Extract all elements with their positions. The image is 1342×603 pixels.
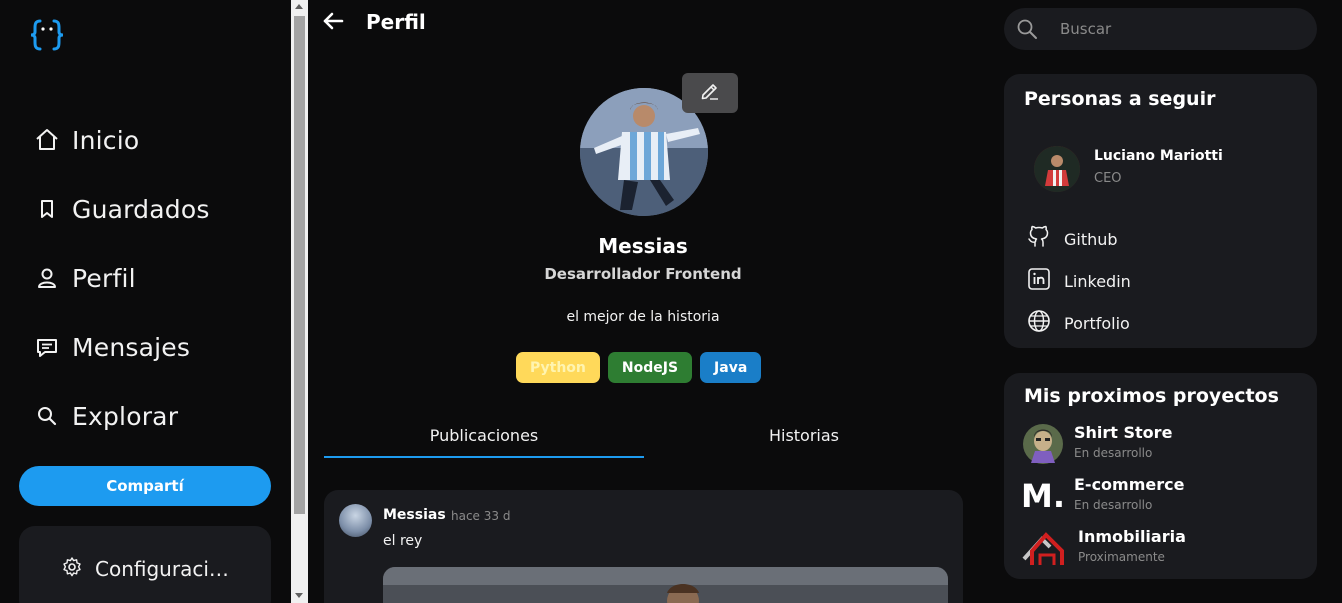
skill-tags: Python NodeJS Java xyxy=(516,352,762,383)
portfolio-link[interactable]: Portfolio xyxy=(1026,308,1130,338)
gear-icon xyxy=(61,556,83,582)
sidebar-item-label: Mensajes xyxy=(72,332,191,362)
scrollbar[interactable] xyxy=(291,0,308,603)
settings-button[interactable]: Configuraci… xyxy=(61,556,229,582)
back-button[interactable] xyxy=(320,10,346,36)
sidebar-item-explorar[interactable]: Explorar xyxy=(34,396,178,436)
follow-card-title: Personas a seguir xyxy=(1024,88,1216,110)
github-link[interactable]: Github xyxy=(1026,224,1118,254)
follow-person-avatar[interactable] xyxy=(1034,146,1080,192)
home-icon xyxy=(34,127,60,153)
tag-java[interactable]: Java xyxy=(700,352,762,383)
project-status: En desarrollo xyxy=(1074,498,1153,512)
search-icon xyxy=(34,403,60,429)
profile-tabs: Publicaciones Historias xyxy=(324,420,964,458)
linkedin-label: Linkedin xyxy=(1064,271,1131,291)
search-input[interactable] xyxy=(1060,8,1300,50)
bookmark-icon xyxy=(34,196,60,222)
post-author[interactable]: Messias xyxy=(383,507,446,523)
settings-label: Configuraci… xyxy=(95,557,229,581)
sidebar-item-label: Inicio xyxy=(72,125,140,155)
arrow-left-icon xyxy=(321,9,345,37)
pencil-icon xyxy=(699,80,721,106)
tab-publicaciones[interactable]: Publicaciones xyxy=(324,420,644,458)
tab-historias[interactable]: Historias xyxy=(644,420,964,458)
globe-icon xyxy=(1026,308,1052,338)
edit-profile-button[interactable] xyxy=(682,73,738,113)
sidebar: Inicio Guardados Perfil Mensajes Explora… xyxy=(0,0,291,603)
project-name: Inmobiliaria xyxy=(1078,527,1186,546)
user-icon xyxy=(34,265,60,291)
scroll-down-arrow-icon[interactable] xyxy=(295,593,303,598)
tag-nodejs[interactable]: NodeJS xyxy=(607,352,693,383)
profile-bio: el mejor de la historia xyxy=(566,309,720,325)
scroll-up-arrow-icon[interactable] xyxy=(295,4,303,9)
sidebar-item-perfil[interactable]: Perfil xyxy=(34,258,136,298)
follow-card: Personas a seguir Luciano Mariotti CEO G… xyxy=(1004,74,1317,348)
app-logo[interactable] xyxy=(28,16,66,54)
ecommerce-logo-icon: M. xyxy=(1021,475,1065,517)
sidebar-item-label: Explorar xyxy=(72,401,179,431)
linkedin-link[interactable]: Linkedin xyxy=(1026,266,1131,296)
projects-card: Mis proximos proyectos Shirt Store En de… xyxy=(1004,373,1317,579)
profile-role: Desarrollador Frontend xyxy=(544,265,742,283)
post-card: Messias hace 33 d el rey xyxy=(324,490,963,603)
sidebar-item-guardados[interactable]: Guardados xyxy=(34,189,210,229)
search-bar xyxy=(1004,8,1317,50)
sidebar-item-mensajes[interactable]: Mensajes xyxy=(34,327,190,367)
share-button[interactable]: Compartí xyxy=(19,466,271,506)
github-icon xyxy=(1026,224,1052,254)
project-item[interactable]: Shirt Store En desarrollo xyxy=(1022,423,1172,465)
sidebar-item-label: Perfil xyxy=(72,263,136,293)
profile-name: Messias xyxy=(598,234,688,258)
project-name: E-commerce xyxy=(1074,475,1185,494)
portfolio-label: Portfolio xyxy=(1064,313,1130,333)
github-label: Github xyxy=(1064,229,1118,249)
sidebar-item-label: Guardados xyxy=(72,194,210,224)
follow-person-role: CEO xyxy=(1094,171,1122,186)
page-title: Perfil xyxy=(366,10,426,34)
project-status: En desarrollo xyxy=(1074,446,1153,460)
ecommerce-logo-text: M. xyxy=(1021,477,1065,515)
project-item[interactable]: Inmobiliaria Proximamente xyxy=(1022,527,1186,569)
config-card: Configuraci… xyxy=(19,526,271,603)
projects-card-title: Mis proximos proyectos xyxy=(1024,385,1279,407)
message-icon xyxy=(34,334,60,360)
project-status: Proximamente xyxy=(1078,550,1165,564)
scroll-thumb[interactable] xyxy=(294,16,305,514)
project-name: Shirt Store xyxy=(1074,423,1173,442)
post-text: el rey xyxy=(383,533,423,549)
sidebar-item-inicio[interactable]: Inicio xyxy=(34,120,139,160)
post-image[interactable] xyxy=(383,567,948,603)
project-item[interactable]: M. E-commerce En desarrollo xyxy=(1021,475,1185,517)
tag-python[interactable]: Python xyxy=(516,352,600,383)
profile-main: Perfil Messias Desarrollador Frontend el… xyxy=(308,0,978,603)
search-icon xyxy=(1016,18,1038,44)
house-logo-icon xyxy=(1022,527,1068,569)
shirt-store-logo-icon xyxy=(1022,423,1064,465)
linkedin-icon xyxy=(1026,266,1052,296)
post-author-avatar[interactable] xyxy=(339,504,372,537)
follow-person-name[interactable]: Luciano Mariotti xyxy=(1094,148,1223,164)
post-timestamp: hace 33 d xyxy=(451,509,511,523)
